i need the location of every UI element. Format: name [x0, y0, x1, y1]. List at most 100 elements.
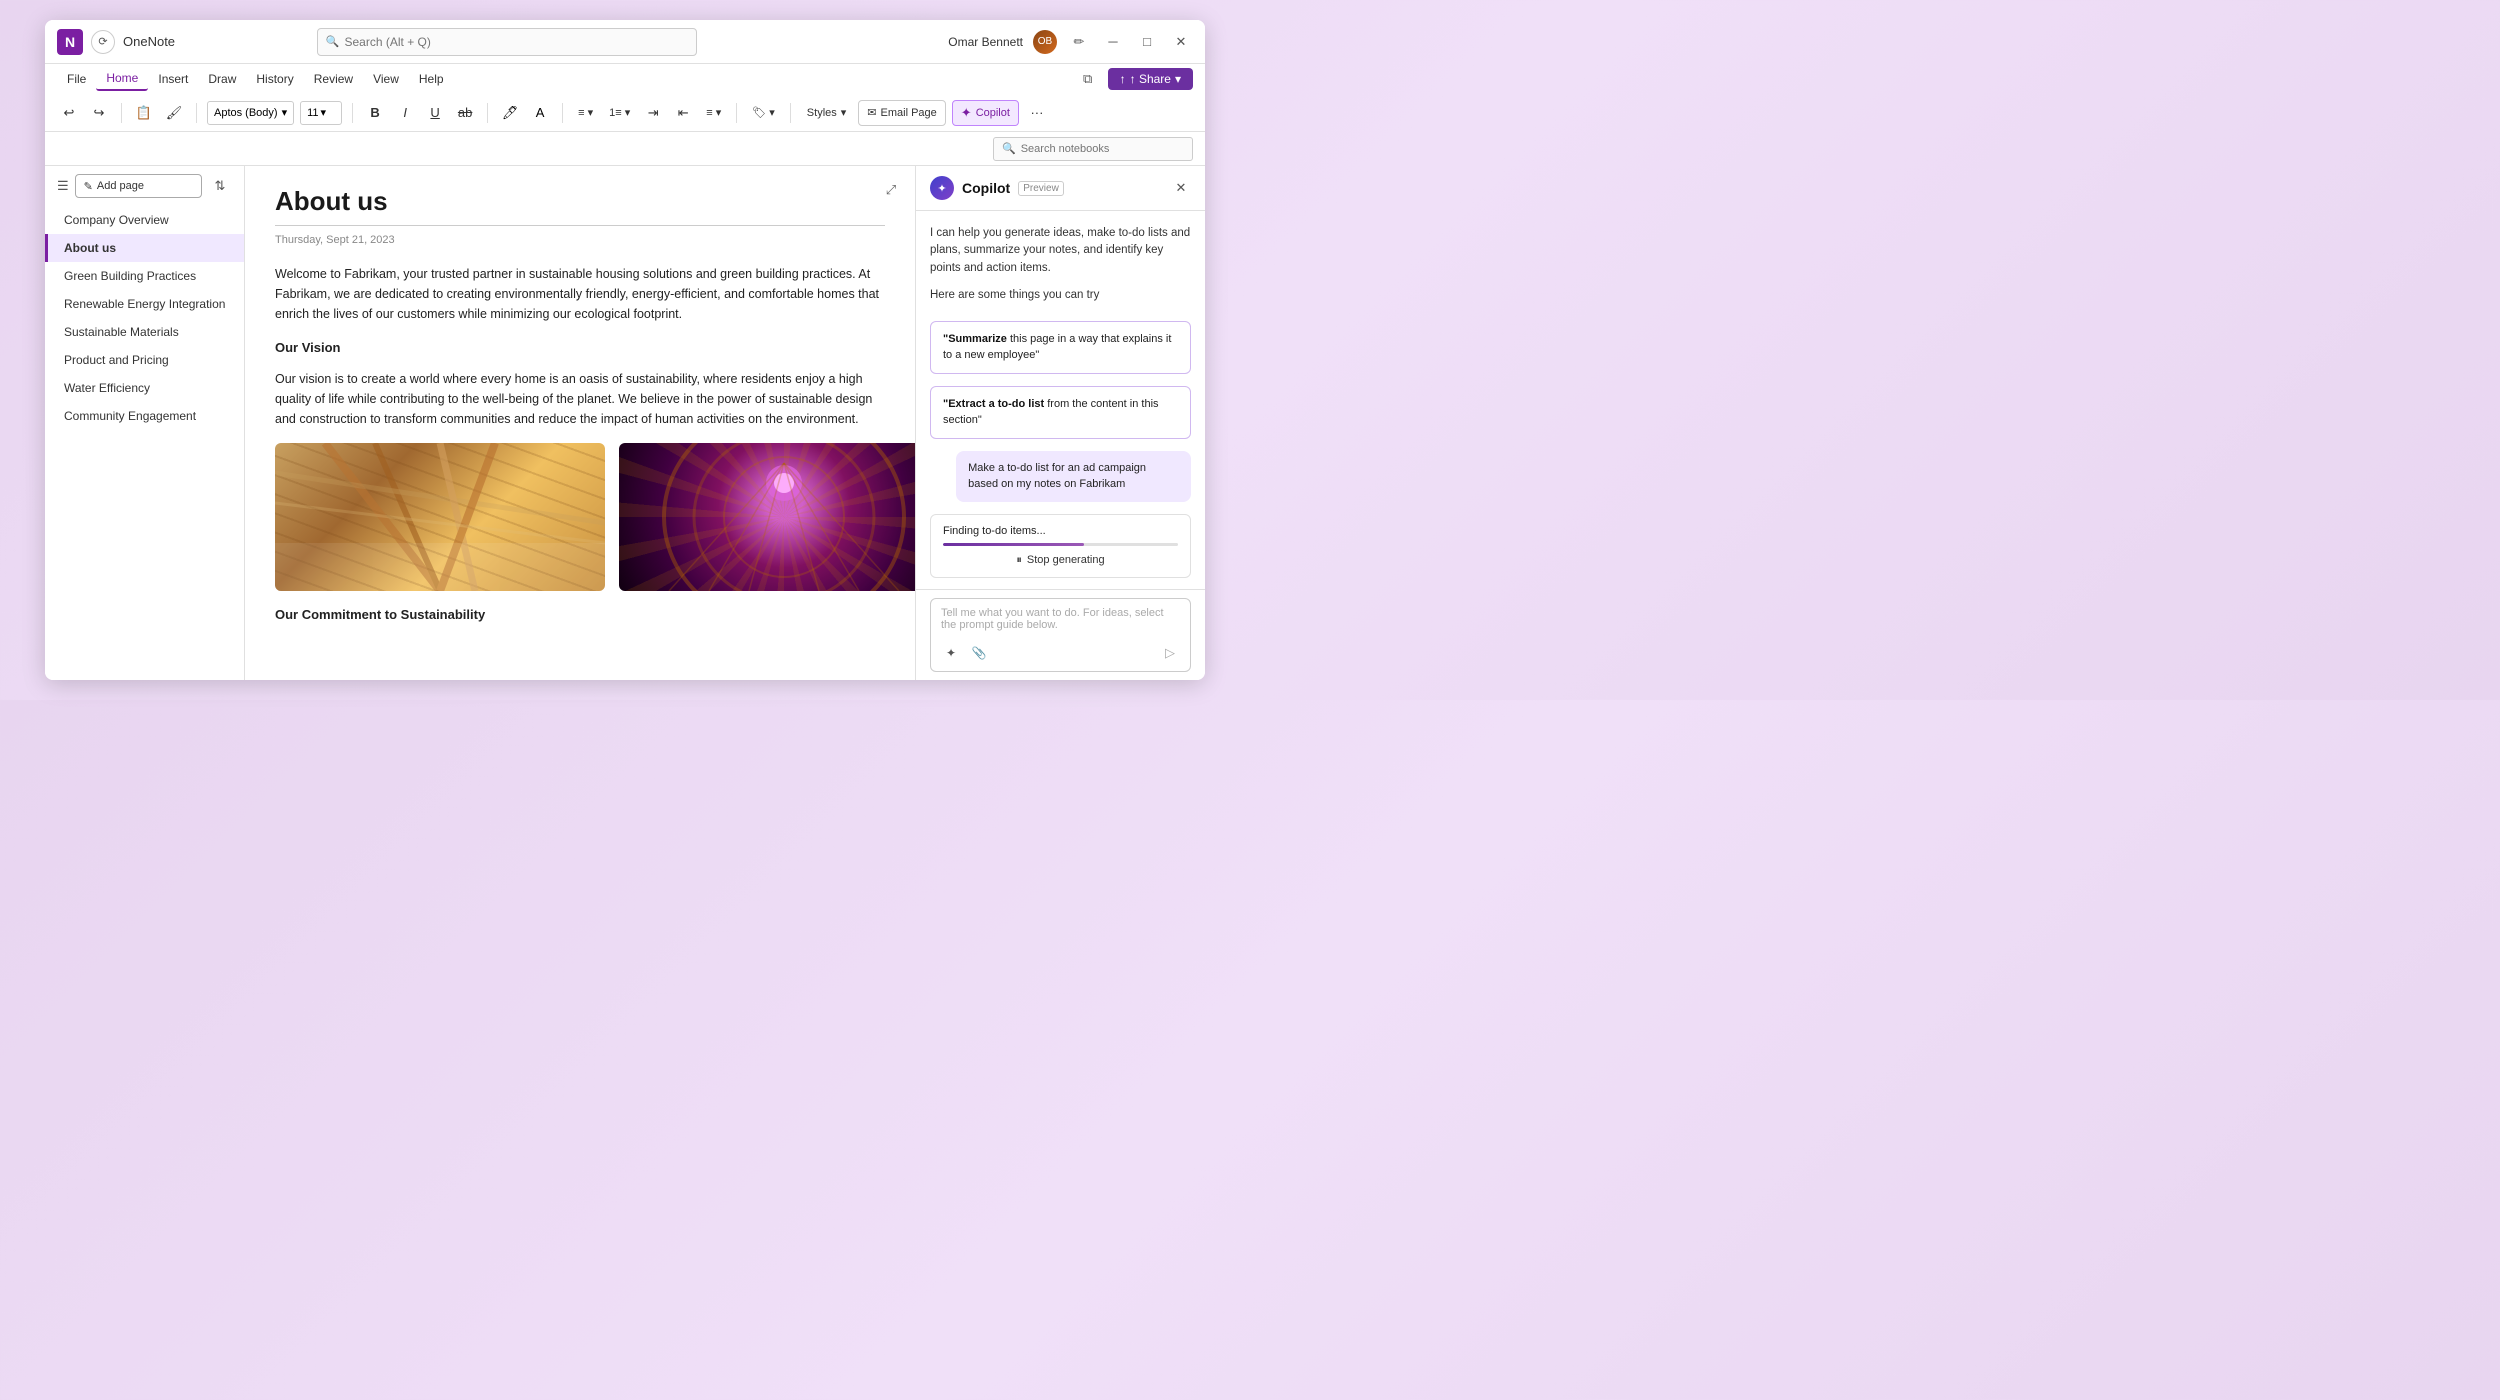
intro-paragraph: Welcome to Fabrikam, your trusted partne… [275, 264, 885, 324]
maximize-button[interactable]: □ [1135, 30, 1159, 54]
notebook-search-row: 🔍 [45, 132, 1205, 166]
bullets-button[interactable]: ≡ ▾ [573, 101, 598, 125]
sidebar-item-company-overview[interactable]: Company Overview [45, 206, 244, 234]
sidebar-item-renewable-energy[interactable]: Renewable Energy Integration [45, 290, 244, 318]
stop-generating-button[interactable]: ⏸ Stop generating [943, 554, 1178, 567]
back-button[interactable]: ⟳ [91, 30, 115, 54]
copilot-suggestions-title: Here are some things you can try [930, 289, 1191, 301]
sidebar-item-sustainable-materials[interactable]: Sustainable Materials [45, 318, 244, 346]
format-painter-button[interactable]: 🖌 [162, 101, 186, 125]
avatar: OB [1033, 30, 1057, 54]
copilot-generating-block: Finding to-do items... ⏸ Stop generating [930, 514, 1191, 578]
copilot-sparkle-button[interactable]: ✦ [941, 643, 961, 663]
wood-architecture-image [275, 443, 605, 591]
font-selector[interactable]: Aptos (Body) ▾ [207, 101, 294, 125]
hamburger-icon[interactable]: ☰ [57, 178, 69, 194]
copilot-footer: Tell me what you want to do. For ideas, … [916, 589, 1205, 680]
sort-button[interactable]: ⇅ [208, 174, 232, 198]
add-page-button[interactable]: ✎ Add page [75, 174, 202, 198]
separator-7 [790, 103, 791, 123]
notebook-search-bar[interactable]: 🔍 [993, 137, 1193, 161]
copilot-preview-badge: Preview [1018, 181, 1064, 196]
copy-page-icon[interactable]: ⧉ [1076, 67, 1100, 91]
alignment-button[interactable]: ≡ ▾ [701, 101, 726, 125]
copilot-title: Copilot [962, 180, 1010, 196]
copilot-suggestion-summarize[interactable]: "Summarize this page in a way that expla… [930, 321, 1191, 374]
more-button[interactable]: ··· [1025, 101, 1049, 125]
menu-help[interactable]: Help [409, 68, 454, 90]
title-search-bar[interactable]: 🔍 [317, 28, 697, 56]
indent-decrease-button[interactable]: ⇤ [671, 101, 695, 125]
close-button[interactable]: ✕ [1169, 30, 1193, 54]
styles-button[interactable]: Styles ▾ [801, 101, 853, 125]
indent-increase-button[interactable]: ⇥ [641, 101, 665, 125]
sidebar-item-green-building[interactable]: Green Building Practices [45, 262, 244, 290]
share-button[interactable]: ↑ ↑ Share ▾ [1108, 68, 1193, 90]
separator-6 [736, 103, 737, 123]
title-search-input[interactable] [345, 35, 688, 49]
copilot-suggestion-extract[interactable]: "Extract a to-do list from the content i… [930, 386, 1191, 439]
app-window: N ⟳ OneNote 🔍 Omar Bennett OB ✏ ─ □ ✕ Fi… [45, 20, 1205, 680]
copilot-panel: ✦ Copilot Preview ✕ I can help you gener… [915, 166, 1205, 680]
copilot-attach-button[interactable]: 📎 [969, 643, 989, 663]
user-name: Omar Bennett [948, 35, 1023, 49]
menu-bar-actions: ⧉ ↑ ↑ Share ▾ [1076, 67, 1193, 91]
images-row [275, 443, 885, 591]
menu-insert[interactable]: Insert [148, 68, 198, 90]
notebook-search-input[interactable] [1021, 143, 1184, 155]
copilot-header: ✦ Copilot Preview ✕ [916, 166, 1205, 211]
menu-view[interactable]: View [363, 68, 409, 90]
paste-button[interactable]: 📋 [132, 101, 156, 125]
app-logo: N [57, 29, 83, 55]
numbering-button[interactable]: 1≡ ▾ [604, 101, 635, 125]
size-chevron-icon: ▾ [321, 106, 327, 119]
toolbar: ↩ ↪ 📋 🖌 Aptos (Body) ▾ 11 ▾ B I U ab 🖊 A… [45, 94, 1205, 132]
copilot-close-button[interactable]: ✕ [1171, 178, 1191, 198]
notebook-search-icon: 🔍 [1002, 142, 1016, 155]
expand-button[interactable]: ⤢ [879, 178, 903, 202]
copilot-intro-text: I can help you generate ideas, make to-d… [930, 225, 1191, 277]
email-page-button[interactable]: ✉ Email Page [858, 100, 945, 126]
separator-1 [121, 103, 122, 123]
dome-image [619, 443, 915, 591]
stop-icon: ⏸ [1016, 554, 1022, 567]
progress-bar [943, 543, 1178, 546]
menu-review[interactable]: Review [304, 68, 363, 90]
sidebar-item-product-pricing[interactable]: Product and Pricing [45, 346, 244, 374]
minimize-button[interactable]: ─ [1101, 30, 1125, 54]
redo-button[interactable]: ↪ [87, 101, 111, 125]
copilot-generating-text: Finding to-do items... [943, 525, 1178, 537]
underline-button[interactable]: U [423, 101, 447, 125]
copilot-input-area[interactable]: Tell me what you want to do. For ideas, … [930, 598, 1191, 672]
undo-button[interactable]: ↩ [57, 101, 81, 125]
separator-2 [196, 103, 197, 123]
font-color-button[interactable]: A [528, 101, 552, 125]
copilot-toolbar-button[interactable]: ✦ Copilot [952, 100, 1019, 126]
page-title: About us [275, 186, 885, 217]
pen-icon-button[interactable]: ✏ [1067, 30, 1091, 54]
sidebar: ☰ ✎ Add page ⇅ Company Overview About us… [45, 166, 245, 680]
title-bar: N ⟳ OneNote 🔍 Omar Bennett OB ✏ ─ □ ✕ [45, 20, 1205, 64]
sidebar-item-about-us[interactable]: About us [45, 234, 244, 262]
menu-home[interactable]: Home [96, 67, 148, 91]
copilot-logo: ✦ [930, 176, 954, 200]
add-page-icon: ✎ [84, 180, 93, 193]
sidebar-header: ☰ ✎ Add page ⇅ [45, 166, 244, 206]
italic-button[interactable]: I [393, 101, 417, 125]
strikethrough-button[interactable]: ab [453, 101, 477, 125]
copilot-icon: ✦ [961, 105, 972, 121]
menu-history[interactable]: History [246, 68, 303, 90]
font-size-selector[interactable]: 11 ▾ [300, 101, 342, 125]
commitment-title: Our Commitment to Sustainability [275, 605, 885, 626]
highlight-button[interactable]: 🖊 [498, 101, 522, 125]
copilot-input-actions: ✦ 📎 ▷ [941, 643, 1180, 663]
copilot-send-button[interactable]: ▷ [1160, 643, 1180, 663]
vision-paragraph: Our vision is to create a world where ev… [275, 369, 885, 429]
menu-draw[interactable]: Draw [198, 68, 246, 90]
menu-file[interactable]: File [57, 68, 96, 90]
sidebar-item-community-engagement[interactable]: Community Engagement [45, 402, 244, 430]
tag-button[interactable]: 🏷 ▾ [747, 101, 780, 125]
copilot-suggestion-bold-1: "Summarize [943, 333, 1007, 345]
sidebar-item-water-efficiency[interactable]: Water Efficiency [45, 374, 244, 402]
bold-button[interactable]: B [363, 101, 387, 125]
